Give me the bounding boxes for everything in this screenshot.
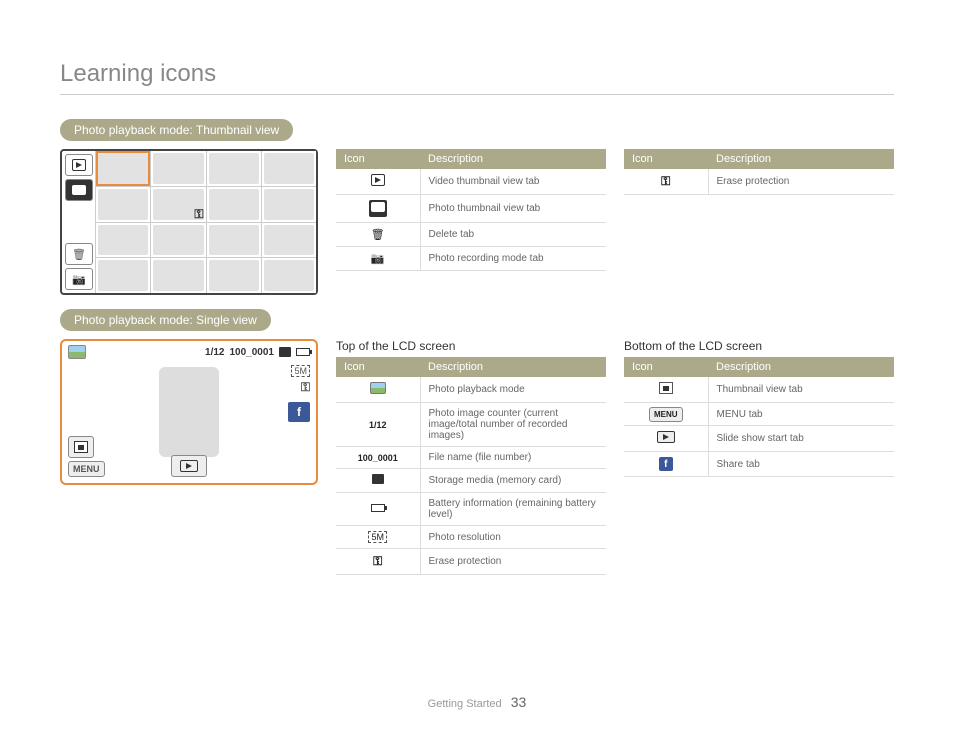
desc: Video thumbnail view tab	[420, 169, 606, 195]
page-footer: Getting Started 33	[0, 694, 954, 710]
counter-icon-text: 1/12	[336, 403, 420, 447]
camera-icon	[371, 253, 385, 265]
trash-icon	[371, 229, 385, 241]
lcd-single-view: 1/12 100_0001 5M MENU f	[60, 339, 318, 485]
menu-button[interactable]: MENU	[68, 461, 105, 477]
card-icon	[372, 474, 384, 484]
video-tab-button[interactable]	[65, 154, 93, 176]
desc: Delete tab	[420, 223, 606, 247]
desc: Photo thumbnail view tab	[420, 195, 606, 223]
footer-section: Getting Started	[428, 698, 502, 710]
desc: Battery information (remaining battery l…	[420, 493, 606, 526]
battery-icon	[371, 504, 385, 512]
lcd-thumbnail-view	[60, 149, 318, 295]
resolution-icon: 5M	[368, 531, 387, 543]
camera-tab-button[interactable]	[65, 268, 93, 290]
photo-thumbnail-tab-icon	[369, 200, 387, 217]
page-number: 33	[511, 694, 527, 710]
desc: MENU tab	[708, 403, 894, 426]
desc: Photo image counter (current image/total…	[420, 403, 606, 447]
filename-icon-text: 100_0001	[336, 447, 420, 469]
facebook-icon: f	[659, 457, 673, 471]
photo-silhouette	[159, 367, 219, 457]
bottom-lcd-table: Bottom of the LCD screen IconDescription…	[624, 339, 894, 575]
desc: Share tab	[708, 452, 894, 477]
key-icon	[194, 207, 203, 222]
desc: Photo resolution	[420, 526, 606, 549]
desc: Photo recording mode tab	[420, 247, 606, 271]
key-icon	[373, 556, 382, 568]
share-button[interactable]: f	[288, 402, 310, 422]
thumbnail-icon-table-2: IconDescription Erase protection	[624, 149, 894, 295]
pill-thumbnail-heading: Photo playback mode: Thumbnail view	[60, 119, 293, 141]
delete-tab-button[interactable]	[65, 243, 93, 265]
thumbnail-grid	[96, 151, 316, 293]
top-lcd-table: Top of the LCD screen IconDescription Ph…	[336, 339, 606, 575]
thumbnail-icon-table-1: IconDescription Video thumbnail view tab…	[336, 149, 606, 295]
thumbnail-view-button[interactable]	[68, 436, 94, 458]
top-lcd-label: Top of the LCD screen	[336, 339, 606, 353]
desc: Erase protection	[420, 549, 606, 575]
pill-single-heading: Photo playback mode: Single view	[60, 309, 271, 331]
desc: Erase protection	[708, 169, 894, 195]
menu-icon: MENU	[649, 407, 683, 422]
slideshow-icon	[657, 431, 675, 443]
bottom-lcd-label: Bottom of the LCD screen	[624, 339, 894, 353]
key-icon	[661, 176, 670, 188]
playback-icon	[370, 382, 386, 394]
grid-icon	[659, 382, 673, 394]
desc: Storage media (memory card)	[420, 469, 606, 493]
desc: File name (file number)	[420, 447, 606, 469]
photo-tab-button[interactable]	[65, 179, 93, 201]
desc: Thumbnail view tab	[708, 377, 894, 403]
desc: Slide show start tab	[708, 426, 894, 452]
page-title: Learning icons	[60, 60, 894, 95]
slideshow-button[interactable]	[171, 455, 207, 477]
desc: Photo playback mode	[420, 377, 606, 403]
video-thumbnail-tab-icon	[371, 174, 385, 186]
